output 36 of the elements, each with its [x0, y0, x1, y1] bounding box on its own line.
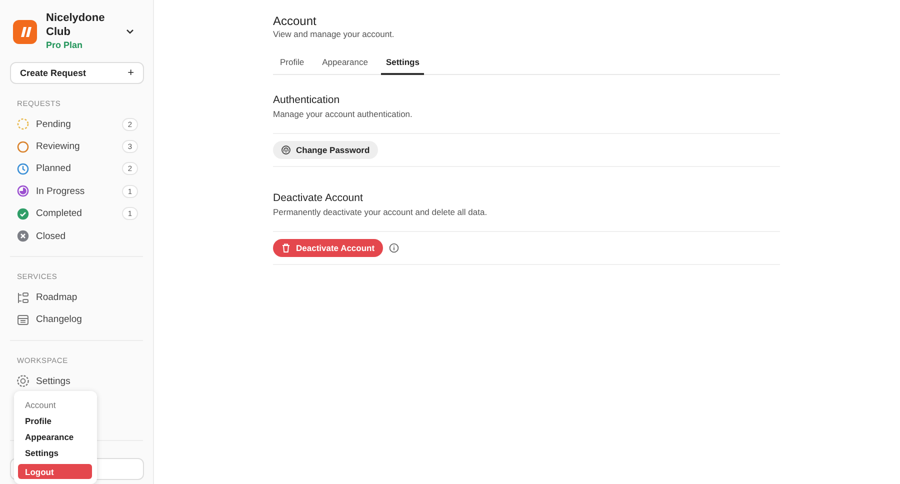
- trash-icon: [281, 243, 291, 253]
- menu-item[interactable]: Settings: [18, 445, 93, 461]
- menu-heading: Account: [24, 399, 57, 412]
- tab[interactable]: Settings: [380, 53, 424, 75]
- page-subtitle: View and manage your account.: [273, 29, 396, 39]
- menu-item[interactable]: Appearance: [18, 429, 93, 445]
- dashed-circle-icon: [17, 118, 29, 130]
- create-request-button[interactable]: Create Request +: [10, 62, 144, 84]
- menu-item[interactable]: Profile: [18, 413, 93, 429]
- section-title: Deactivate Account: [273, 192, 364, 204]
- close-circle-icon: [17, 230, 29, 242]
- page-title: Account: [273, 14, 318, 28]
- sidebar-item[interactable]: Closed: [10, 224, 143, 248]
- tab[interactable]: Appearance: [317, 53, 373, 75]
- clock-icon: [17, 162, 29, 175]
- calendar-icon: [17, 314, 29, 326]
- circle-icon: [17, 140, 29, 153]
- section-title: Authentication: [273, 94, 341, 106]
- sidebar-item[interactable]: Roadmap: [10, 286, 143, 309]
- half-circle-icon: [17, 185, 29, 198]
- section-description: Permanently deactivate your account and delete all data.: [273, 207, 488, 217]
- logo-icon: [13, 20, 37, 44]
- list-icon: [17, 292, 29, 304]
- sidebar-item[interactable]: Settings: [10, 370, 143, 393]
- chevron-down-icon: [126, 28, 134, 34]
- section-description: Manage your account authentication.: [273, 109, 414, 119]
- fingerprint-icon: [281, 145, 291, 155]
- tab[interactable]: Profile: [275, 53, 310, 75]
- workspace-name: Nicelydone Club: [46, 11, 106, 39]
- gear-icon: [17, 375, 29, 388]
- plan-label: Pro Plan: [46, 39, 84, 52]
- sidebar-item[interactable]: Changelog: [10, 308, 143, 332]
- logout-button[interactable]: Logout: [18, 464, 92, 479]
- check-circle-icon: [17, 208, 29, 220]
- change-password-button[interactable]: Change Password: [273, 141, 378, 159]
- deactivate-button[interactable]: Deactivate Account: [273, 239, 383, 257]
